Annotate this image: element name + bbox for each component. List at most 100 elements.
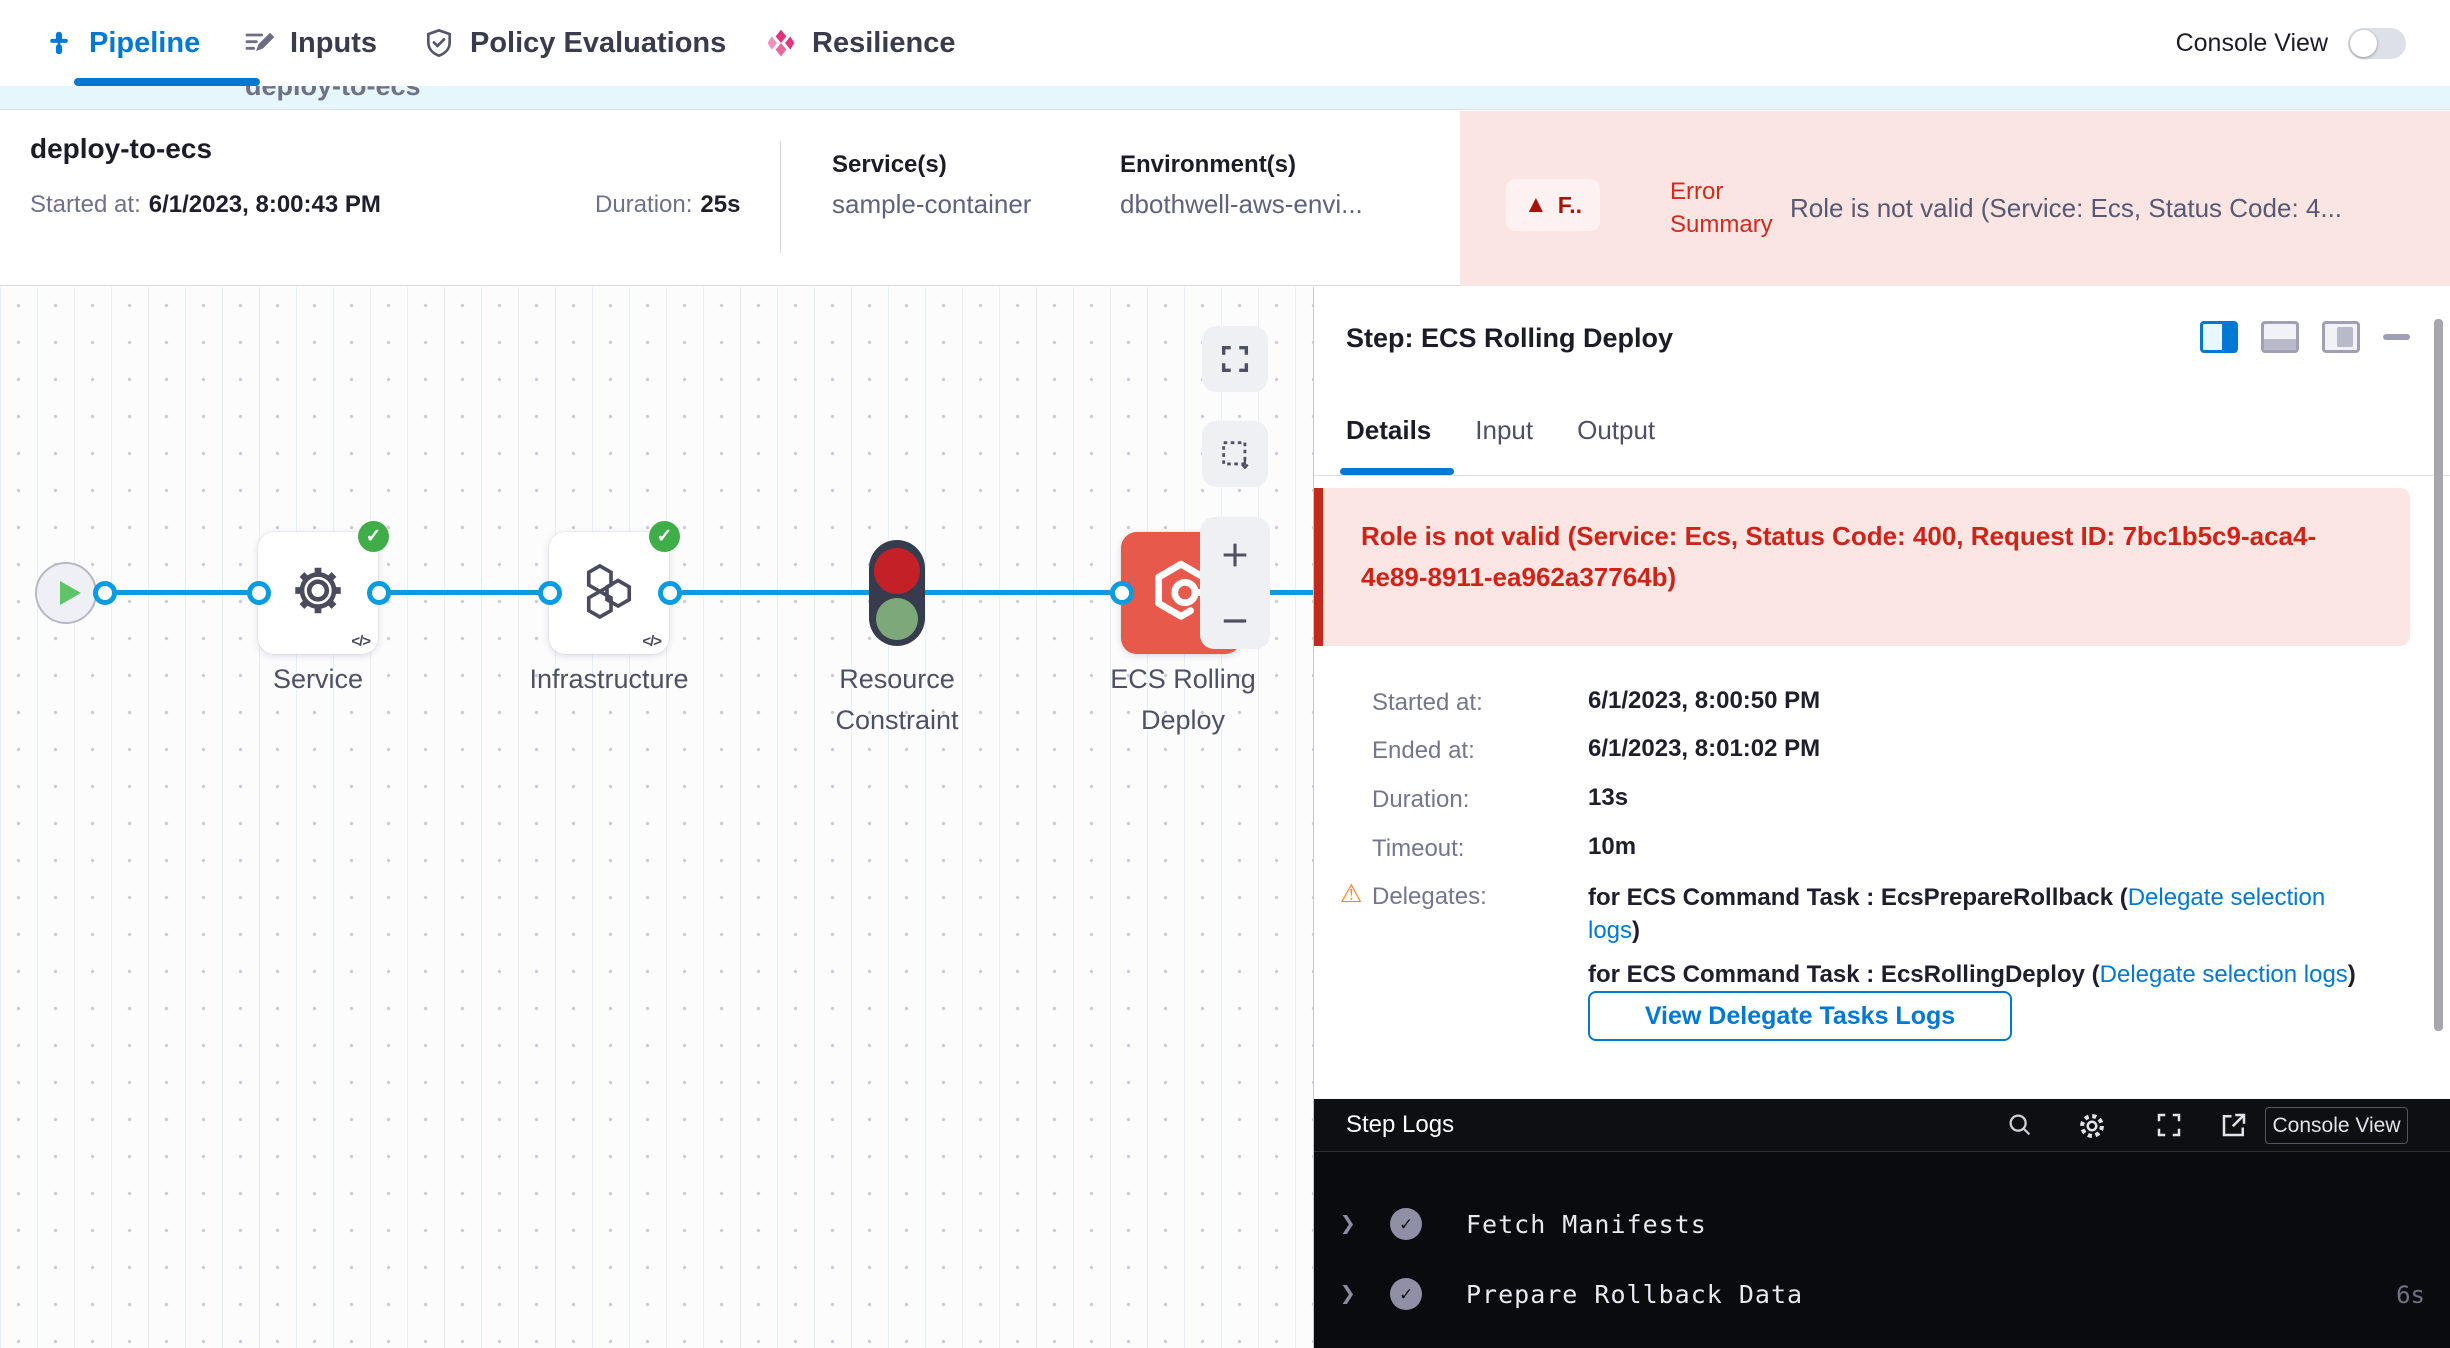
- connector-dot[interactable]: [367, 581, 391, 605]
- log-row[interactable]: ❯ ✓ Fetch Manifests: [1314, 1203, 2450, 1247]
- step-panel-title: Step: ECS Rolling Deploy: [1346, 323, 1673, 354]
- delegates-label: Delegates:: [1372, 883, 1487, 911]
- step-error-banner: Role is not valid (Service: Ecs, Status …: [1314, 488, 2410, 646]
- scrolled-content-strip: deploy-to-ecs: [0, 86, 2450, 110]
- code-icon: </>: [351, 633, 370, 650]
- timeout-label: Timeout:: [1372, 835, 1464, 863]
- zoom-out-icon[interactable]: [1218, 614, 1252, 628]
- view-delegate-tasks-logs-button[interactable]: View Delegate Tasks Logs: [1588, 991, 2012, 1041]
- active-tab-indicator: [1340, 468, 1454, 475]
- traffic-green-light: [876, 598, 918, 640]
- pipeline-execution-page: Pipeline Inputs Policy Evaluations Resil…: [0, 0, 2450, 1348]
- started-at-label: Started at:: [1372, 689, 1483, 717]
- connector-dot[interactable]: [538, 581, 562, 605]
- inputs-icon: [243, 27, 275, 59]
- scrolled-pipeline-title: deploy-to-ecs: [245, 86, 2450, 102]
- layout-floating-panel-button[interactable]: [2322, 321, 2360, 353]
- fullscreen-icon: [1218, 342, 1252, 376]
- code-icon: </>: [642, 633, 661, 650]
- connector-dot[interactable]: [247, 581, 271, 605]
- delegates-list: for ECS Command Task : EcsPrepareRollbac…: [1588, 881, 2383, 1002]
- settings-gear-icon[interactable]: [2076, 1110, 2108, 1142]
- gear-icon: [287, 560, 349, 622]
- tab-inputs[interactable]: Inputs: [243, 0, 377, 86]
- node-label-ecs-rolling-deploy: ECS Rolling Deploy: [1093, 659, 1273, 741]
- node-label-resource-constraint: Resource Constraint: [807, 659, 987, 741]
- warning-triangle-icon: ▲: [1524, 191, 1548, 219]
- delegate-row: for ECS Command Task : EcsPrepareRollbac…: [1588, 881, 2383, 947]
- header-divider: [780, 141, 781, 253]
- pipeline-name: deploy-to-ecs: [30, 133, 212, 165]
- error-summary-text: Role is not valid (Service: Ecs, Status …: [1790, 193, 2450, 224]
- delegate-selection-logs-link[interactable]: Delegate selection logs: [2100, 961, 2348, 988]
- connector-dot[interactable]: [658, 581, 682, 605]
- error-summary-label: Error Summary: [1670, 175, 1790, 241]
- hexagons-icon: [578, 560, 640, 622]
- ended-at-value: 6/1/2023, 8:01:02 PM: [1588, 735, 1820, 763]
- tab-details[interactable]: Details: [1346, 415, 1431, 446]
- tab-policy-label: Policy Evaluations: [470, 27, 726, 60]
- edge-service-infra: [378, 590, 549, 595]
- pipeline-canvas[interactable]: ✓ </> ✓ </> Service Infrastructur: [0, 287, 1313, 1348]
- success-check-icon: ✓: [358, 521, 389, 552]
- tab-resilience-label: Resilience: [812, 27, 955, 60]
- shield-check-icon: [423, 26, 455, 60]
- timeout-value: 10m: [1588, 833, 1636, 861]
- chevron-right-icon[interactable]: ❯: [1340, 1279, 1356, 1309]
- layout-horizontal-split-button[interactable]: [2261, 321, 2299, 353]
- layout-vertical-split-button[interactable]: [2200, 321, 2238, 353]
- node-resource-constraint[interactable]: [869, 540, 925, 646]
- services-value[interactable]: sample-container: [832, 189, 1031, 220]
- chevron-right-icon[interactable]: ❯: [1340, 1209, 1356, 1239]
- tab-policy-evaluations[interactable]: Policy Evaluations: [423, 0, 726, 86]
- open-external-icon[interactable]: [2219, 1110, 2249, 1140]
- console-view-label: Console View: [2176, 29, 2328, 58]
- panel-scrollbar[interactable]: [2434, 319, 2443, 1031]
- search-icon[interactable]: [2005, 1110, 2035, 1140]
- marquee-select-icon: [1218, 437, 1252, 471]
- canvas-fullscreen-button[interactable]: [1202, 326, 1268, 392]
- step-logs-section: Step Logs Console View ❯ ✓ Fetch Manifes…: [1314, 1099, 2450, 1348]
- log-row[interactable]: ❯ ✓ Prepare Rollback Data 6s: [1314, 1273, 2450, 1317]
- step-success-check-icon: ✓: [1390, 1208, 1422, 1240]
- tab-inputs-label: Inputs: [290, 27, 377, 60]
- environments-label: Environment(s): [1120, 151, 1296, 179]
- active-tab-indicator: [74, 78, 260, 86]
- console-view-button[interactable]: Console View: [2265, 1107, 2408, 1144]
- log-step-name: Fetch Manifests: [1466, 1210, 1707, 1239]
- tab-pipeline-label: Pipeline: [89, 27, 200, 60]
- canvas-select-button[interactable]: [1202, 421, 1268, 487]
- step-success-check-icon: ✓: [1390, 1278, 1422, 1310]
- minimize-panel-button[interactable]: [2383, 334, 2410, 340]
- top-nav: Pipeline Inputs Policy Evaluations Resil…: [0, 0, 2450, 86]
- zoom-in-icon[interactable]: [1218, 538, 1252, 572]
- tab-input[interactable]: Input: [1475, 415, 1533, 446]
- log-step-name: Prepare Rollback Data: [1466, 1280, 1803, 1309]
- tab-output[interactable]: Output: [1577, 415, 1655, 446]
- tab-pipeline[interactable]: Pipeline: [44, 0, 200, 86]
- tab-resilience[interactable]: Resilience: [765, 0, 955, 86]
- delegate-row: for ECS Command Task : EcsRollingDeploy …: [1588, 958, 2383, 991]
- edge-start-service: [104, 590, 258, 595]
- ended-at-label: Ended at:: [1372, 737, 1475, 765]
- started-at-value: 6/1/2023, 8:00:50 PM: [1588, 687, 1820, 715]
- start-node[interactable]: [35, 562, 97, 624]
- resilience-icon: [765, 27, 797, 59]
- node-service[interactable]: ✓ </>: [258, 532, 378, 654]
- step-logs-title: Step Logs: [1346, 1111, 1454, 1139]
- fullscreen-icon[interactable]: [2154, 1110, 2184, 1140]
- delegates-warning-icon: ⚠: [1340, 879, 1362, 909]
- canvas-zoom-controls: [1200, 517, 1270, 649]
- environments-value[interactable]: dbothwell-aws-envi...: [1120, 189, 1363, 220]
- duration: Duration:25s: [595, 191, 740, 219]
- pipeline-icon: [44, 27, 74, 59]
- started-at: Started at:6/1/2023, 8:00:43 PM: [30, 191, 381, 219]
- console-view-toggle[interactable]: [2348, 28, 2406, 59]
- connector-dot[interactable]: [1110, 581, 1134, 605]
- edge-infra-constraint: [669, 590, 869, 595]
- failed-status-badge: ▲F..: [1506, 179, 1600, 231]
- edge-constraint-ecs: [925, 590, 1121, 595]
- success-check-icon: ✓: [649, 521, 680, 552]
- connector-dot[interactable]: [93, 581, 117, 605]
- node-infrastructure[interactable]: ✓ </>: [549, 532, 669, 654]
